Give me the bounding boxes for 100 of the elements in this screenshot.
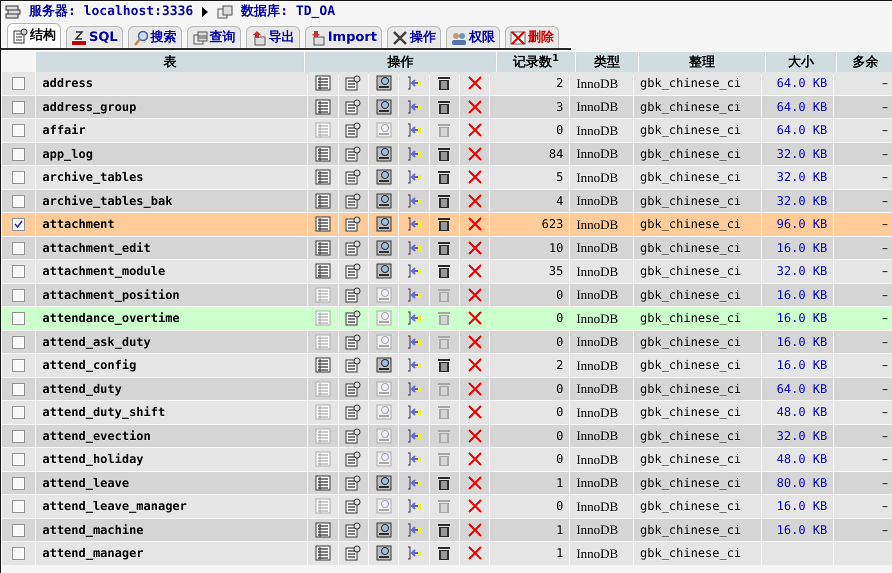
structure-icon[interactable] (344, 192, 362, 210)
row-checkbox[interactable] (12, 524, 26, 537)
structure-icon[interactable] (344, 309, 362, 328)
insert-icon[interactable] (405, 238, 424, 257)
insert-icon[interactable] (405, 192, 424, 210)
drop-icon[interactable] (466, 121, 484, 140)
search-icon[interactable] (374, 474, 393, 492)
drop-icon[interactable] (466, 215, 484, 234)
drop-icon[interactable] (466, 426, 484, 445)
insert-icon[interactable] (405, 474, 424, 492)
drop-icon[interactable] (466, 403, 484, 422)
browse-icon[interactable] (314, 238, 332, 257)
structure-icon[interactable] (344, 497, 362, 516)
row-checkbox[interactable] (12, 218, 26, 232)
drop-icon[interactable] (466, 144, 484, 163)
row-checkbox[interactable] (12, 500, 26, 514)
row-checkbox[interactable] (12, 242, 26, 255)
insert-icon[interactable] (405, 215, 424, 234)
row-checkbox[interactable] (12, 430, 26, 443)
row-checkbox[interactable] (12, 406, 26, 420)
insert-icon[interactable] (405, 380, 424, 398)
search-icon[interactable] (374, 356, 393, 374)
search-icon[interactable] (374, 544, 393, 562)
row-checkbox[interactable] (12, 312, 26, 326)
row-checkbox[interactable] (12, 194, 26, 208)
search-icon[interactable] (374, 238, 393, 257)
drop-icon[interactable] (466, 286, 484, 304)
tab[interactable]: 导出 (246, 26, 300, 48)
structure-icon[interactable] (344, 74, 362, 92)
structure-icon[interactable] (344, 426, 362, 445)
tab[interactable]: 结构 (7, 23, 61, 48)
browse-icon[interactable] (314, 74, 332, 92)
tab[interactable]: 权限 (446, 26, 500, 48)
row-checkbox[interactable] (12, 100, 26, 114)
drop-icon[interactable] (466, 332, 484, 351)
structure-icon[interactable] (344, 98, 362, 116)
browse-icon[interactable] (314, 98, 332, 116)
structure-icon[interactable] (344, 144, 362, 163)
tab[interactable]: 查询 (186, 26, 241, 48)
row-checkbox[interactable] (12, 124, 26, 138)
insert-icon[interactable] (405, 98, 424, 116)
structure-icon[interactable] (344, 332, 362, 351)
insert-icon[interactable] (405, 309, 424, 328)
browse-icon[interactable] (314, 168, 332, 186)
server-link[interactable]: 服务器: localhost:3336 (29, 2, 194, 22)
browse-icon[interactable] (314, 520, 332, 539)
database-link[interactable]: 数据库: TD_OA (241, 2, 336, 22)
structure-icon[interactable] (344, 544, 362, 562)
drop-icon[interactable] (466, 380, 484, 398)
row-checkbox[interactable] (12, 547, 26, 560)
structure-icon[interactable] (344, 168, 362, 186)
structure-icon[interactable] (344, 520, 362, 539)
drop-icon[interactable] (466, 356, 484, 374)
structure-icon[interactable] (344, 380, 362, 398)
insert-icon[interactable] (405, 168, 424, 186)
search-icon[interactable] (374, 168, 393, 186)
tab[interactable]: SQL (66, 26, 123, 48)
search-icon[interactable] (374, 74, 393, 92)
browse-icon[interactable] (314, 544, 332, 562)
insert-icon[interactable] (405, 450, 424, 468)
insert-icon[interactable] (405, 286, 424, 304)
row-checkbox[interactable] (12, 453, 26, 466)
row-checkbox[interactable] (12, 171, 26, 184)
browse-icon[interactable] (314, 215, 332, 234)
search-icon[interactable] (374, 144, 393, 163)
insert-icon[interactable] (405, 497, 424, 516)
insert-icon[interactable] (405, 332, 424, 351)
drop-icon[interactable] (466, 192, 484, 210)
row-checkbox[interactable] (12, 476, 26, 490)
browse-icon[interactable] (314, 262, 332, 280)
tab[interactable]: 搜索 (128, 26, 182, 48)
insert-icon[interactable] (405, 544, 424, 562)
insert-icon[interactable] (405, 520, 424, 539)
browse-icon[interactable] (314, 192, 332, 210)
insert-icon[interactable] (405, 262, 424, 280)
drop-icon[interactable] (466, 98, 484, 116)
drop-icon[interactable] (466, 520, 484, 539)
browse-icon[interactable] (314, 356, 332, 374)
table-name[interactable]: attend_duty (42, 382, 122, 396)
structure-icon[interactable] (344, 215, 362, 234)
drop-icon[interactable] (466, 450, 484, 468)
drop-icon[interactable] (466, 262, 484, 280)
search-icon[interactable] (374, 520, 393, 539)
tab[interactable]: Import (304, 26, 382, 48)
structure-icon[interactable] (344, 121, 362, 140)
structure-icon[interactable] (344, 286, 362, 304)
structure-icon[interactable] (344, 450, 362, 468)
row-checkbox[interactable] (12, 382, 26, 396)
insert-icon[interactable] (405, 74, 424, 92)
structure-icon[interactable] (344, 403, 362, 422)
row-checkbox[interactable] (12, 288, 26, 302)
tab[interactable]: 操作 (386, 26, 441, 48)
row-checkbox[interactable] (12, 359, 26, 372)
table-name[interactable]: address (42, 76, 93, 90)
row-checkbox[interactable] (12, 148, 26, 161)
row-checkbox[interactable] (12, 265, 26, 278)
insert-icon[interactable] (405, 121, 424, 140)
search-icon[interactable] (374, 215, 393, 234)
table-name[interactable]: affair (42, 123, 86, 138)
drop-icon[interactable] (466, 238, 484, 257)
